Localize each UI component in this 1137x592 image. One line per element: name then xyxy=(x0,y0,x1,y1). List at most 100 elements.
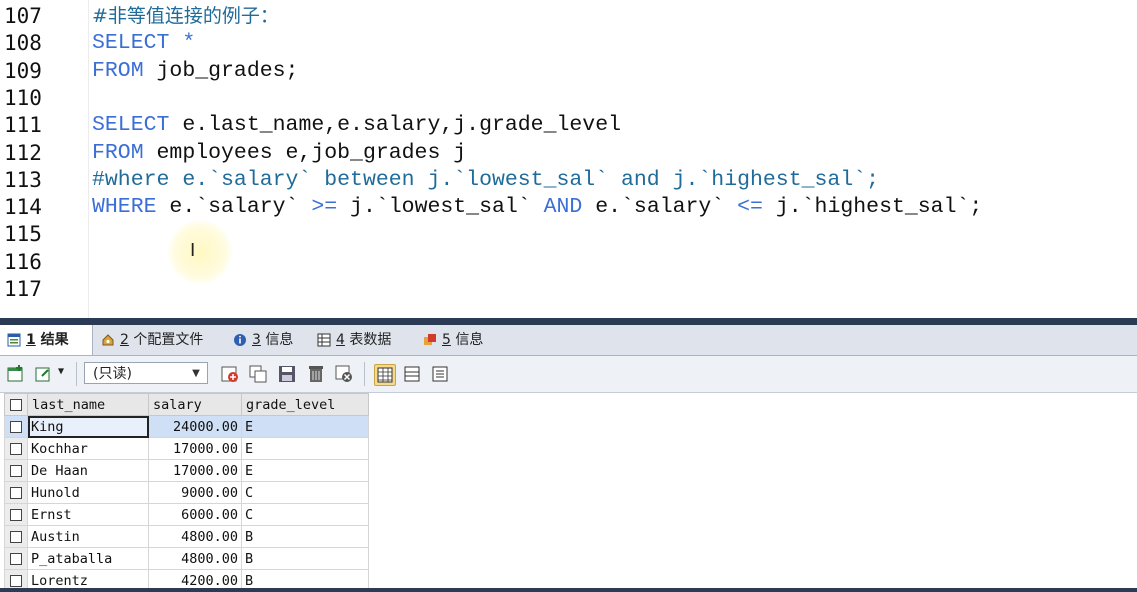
table-cell[interactable]: Austin xyxy=(27,525,149,548)
add-record-icon[interactable] xyxy=(220,364,240,384)
row-checkbox[interactable] xyxy=(4,437,28,460)
table-cell[interactable]: 17000.00 xyxy=(148,459,242,482)
text-cursor-icon: I xyxy=(190,240,196,261)
readonly-mode-select[interactable]: (只读) ▼ xyxy=(84,362,208,384)
code-token: e.`salary` xyxy=(156,195,312,220)
tab-table-data[interactable]: 4 表数据 xyxy=(310,325,399,355)
tab-table-data-num: 4 xyxy=(336,332,345,348)
line-number: 111 xyxy=(4,113,42,138)
code-token: j.`highest_sal`; xyxy=(762,195,983,220)
row-checkbox[interactable] xyxy=(4,503,28,526)
code-text[interactable]: FROM employees e,job_grades j xyxy=(92,140,466,167)
column-header[interactable]: salary xyxy=(148,393,242,416)
table-cell[interactable]: King xyxy=(27,415,149,438)
line-number: 116 xyxy=(4,249,42,274)
table-cell[interactable]: De Haan xyxy=(27,459,149,482)
tab-profiles[interactable]: 2 个配置文件 xyxy=(94,325,211,355)
row-checkbox[interactable] xyxy=(4,481,28,504)
tab-results[interactable]: 1 结果 xyxy=(0,325,93,355)
checkbox-icon xyxy=(10,552,22,565)
tab-info-3-num: 3 xyxy=(252,332,261,348)
code-text[interactable]: #where e.`salary` between j.`lowest_sal`… xyxy=(92,167,879,194)
info-icon xyxy=(234,334,246,346)
table-row[interactable]: Ernst 6000.00 C xyxy=(4,503,369,526)
text-view-icon[interactable] xyxy=(430,364,450,384)
line-number: 117 xyxy=(4,277,42,301)
table-cell[interactable]: C xyxy=(241,503,369,526)
line-number: 114 xyxy=(4,195,42,220)
row-checkbox[interactable] xyxy=(4,415,28,438)
chevron-down-icon: ▼ xyxy=(192,368,200,379)
tab-info-5[interactable]: 5 信息 xyxy=(416,325,491,355)
table-cell[interactable]: 9000.00 xyxy=(148,481,242,504)
table-cell[interactable]: 4800.00 xyxy=(148,525,242,548)
code-text[interactable]: SELECT * xyxy=(92,30,195,57)
table-cell[interactable]: 17000.00 xyxy=(148,437,242,460)
header-row: last_name salary grade_level xyxy=(4,393,369,416)
table-row[interactable]: King 24000.00 E xyxy=(4,415,369,438)
row-checkbox[interactable] xyxy=(4,459,28,482)
table-cell[interactable]: 6000.00 xyxy=(148,503,242,526)
readonly-mode-value: (只读) xyxy=(93,366,132,382)
table-cell[interactable]: C xyxy=(241,481,369,504)
delete-icon[interactable] xyxy=(306,364,326,384)
sql-editor[interactable]: 107 #非等值连接的例子： 108 SELECT * 109 FROM job_grad… xyxy=(0,0,1137,318)
table-cell[interactable]: 24000.00 xyxy=(148,415,242,438)
checkbox-icon xyxy=(10,486,22,499)
code-token: #非等值连接的例子： xyxy=(92,5,279,27)
code-text[interactable]: SELECT e.last_name,e.salary,j.grade_leve… xyxy=(92,112,621,139)
column-header[interactable]: grade_level xyxy=(241,393,369,416)
code-token: WHERE xyxy=(92,195,157,220)
save-icon[interactable] xyxy=(277,364,297,384)
table-row[interactable]: Hunold 9000.00 C xyxy=(4,481,369,504)
tab-info-5-num: 5 xyxy=(442,332,451,348)
checkbox-icon xyxy=(10,574,22,587)
export-dropdown-arrow[interactable]: ▼ xyxy=(58,366,64,377)
table-cell[interactable]: E xyxy=(241,415,369,438)
code-text[interactable]: #非等值连接的例子： xyxy=(92,3,279,31)
table-cell[interactable]: B xyxy=(241,547,369,570)
grid-view-icon[interactable] xyxy=(374,364,396,386)
table-cell[interactable]: E xyxy=(241,459,369,482)
table-data-icon xyxy=(317,333,331,347)
insert-row-icon[interactable] xyxy=(6,364,26,384)
status-strip xyxy=(0,588,1137,592)
line-number: 110 xyxy=(4,85,42,110)
table-row[interactable]: Austin 4800.00 B xyxy=(4,525,369,548)
tab-profiles-num: 2 xyxy=(120,332,129,348)
table-cell[interactable]: Ernst xyxy=(27,503,149,526)
code-text[interactable]: FROM job_grades; xyxy=(92,58,298,85)
tab-info-3-label: 信息 xyxy=(265,332,294,348)
code-token: FROM xyxy=(92,140,144,165)
copy-record-icon[interactable] xyxy=(248,364,268,384)
table-cell[interactable]: Kochhar xyxy=(27,437,149,460)
tab-profiles-label: 个配置文件 xyxy=(133,332,204,348)
toolbar-separator xyxy=(76,362,77,386)
table-row[interactable]: De Haan 17000.00 E xyxy=(4,459,369,482)
table-cell[interactable]: E xyxy=(241,437,369,460)
table-row[interactable]: Kochhar 17000.00 E xyxy=(4,437,369,460)
select-all-checkbox[interactable] xyxy=(4,393,28,416)
result-table: last_name salary grade_level King 24000.0… xyxy=(4,393,369,592)
code-token: #where e.`salary` between j.`lowest_sal`… xyxy=(92,167,880,192)
mouse-highlight xyxy=(168,220,232,284)
checkbox-icon xyxy=(10,442,22,455)
info-icon xyxy=(424,334,436,345)
panel-divider[interactable] xyxy=(0,318,1137,325)
table-cell[interactable]: Hunold xyxy=(27,481,149,504)
code-text[interactable]: WHERE e.`salary` >= j.`lowest_sal` AND e… xyxy=(92,194,982,221)
table-cell[interactable]: B xyxy=(241,525,369,548)
cancel-changes-icon[interactable] xyxy=(334,364,354,384)
table-row[interactable]: P_ataballa 4800.00 B xyxy=(4,547,369,570)
line-number: 112 xyxy=(4,140,42,165)
code-token: e.last_name,e.salary,j.grade_level xyxy=(169,113,621,138)
checkbox-icon xyxy=(10,464,22,477)
form-view-icon[interactable] xyxy=(402,364,422,384)
tab-info-3[interactable]: 3 信息 xyxy=(226,325,301,355)
row-checkbox[interactable] xyxy=(4,525,28,548)
row-checkbox[interactable] xyxy=(4,547,28,570)
column-header[interactable]: last_name xyxy=(27,393,149,416)
export-icon[interactable] xyxy=(34,364,54,384)
table-cell[interactable]: P_ataballa xyxy=(27,547,149,570)
table-cell[interactable]: 4800.00 xyxy=(148,547,242,570)
